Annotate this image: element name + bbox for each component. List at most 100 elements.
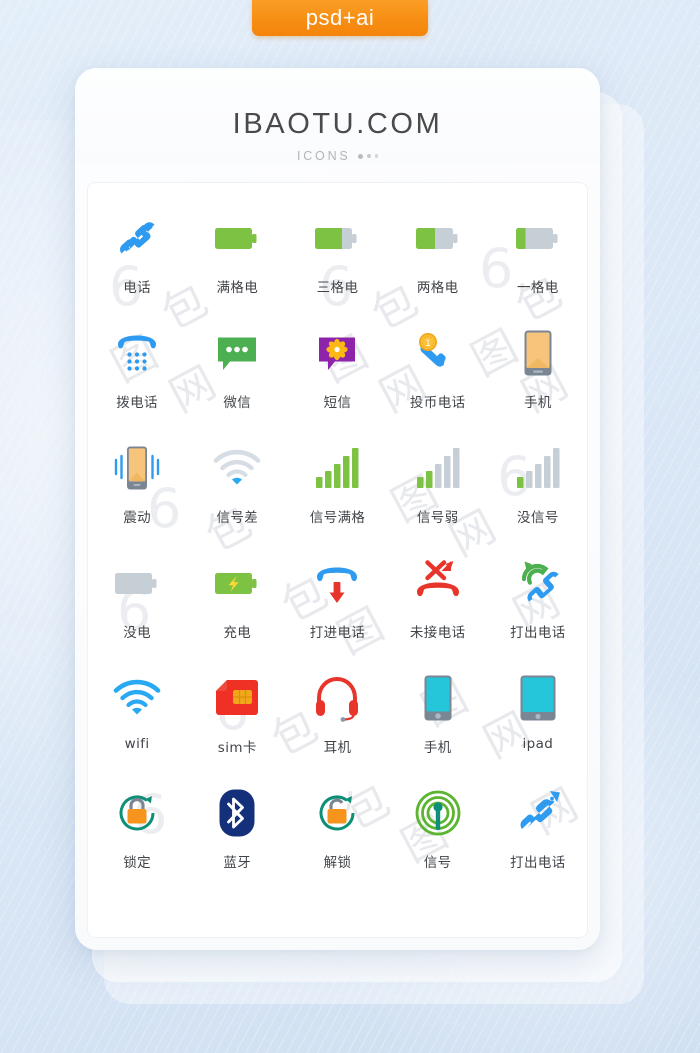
incoming-call-icon [308,555,366,611]
icon-cell[interactable]: 打出电话 [488,781,588,896]
subtitle-row: ICONS [75,149,600,163]
icon-label: 微信 [223,395,252,411]
icon-cell[interactable]: 打出电话 [488,551,588,666]
icon-label: 信号弱 [416,510,459,526]
icon-label: 满格电 [216,280,259,296]
icon-cell[interactable]: 满格电 [187,206,287,321]
icon-label: 信号满格 [309,510,366,526]
icon-set-card: IBAOTU.COM ICONS 6 包 图 网 6 包 图 网 6 包 图 网… [75,68,600,950]
subtitle-label: ICONS [296,149,351,163]
icon-cell[interactable]: wifi [87,666,187,781]
lock-icon [108,785,166,841]
icon-cell[interactable]: 没信号 [488,436,588,551]
signal-full-icon [308,440,366,496]
battery-empty-icon [108,555,166,611]
icon-label: 充电 [223,625,252,641]
icon-cell[interactable]: 没电 [87,551,187,666]
icon-label: wifi [124,736,150,752]
wechat-message-icon [208,325,266,381]
icon-cell[interactable]: 短信 [287,321,387,436]
card-header: IBAOTU.COM ICONS [75,68,600,163]
icon-cell[interactable]: 信号 [388,781,488,896]
icon-label: 短信 [323,395,352,411]
battery-three-bars-icon [308,210,366,266]
icon-cell[interactable]: 打进电话 [287,551,387,666]
icon-label: 拨电话 [116,395,158,411]
icon-label: 两格电 [416,280,459,296]
icon-cell[interactable]: 一格电 [488,206,588,321]
icon-cell[interactable]: 蓝牙 [187,781,287,896]
icon-label: 电话 [123,280,151,296]
icon-grid: 电话 满格电 三格电 两格电 一格电 拨电话 微信 短信 1 投币电话 手机 震… [87,206,588,896]
icon-label: ipad [522,736,554,752]
icon-cell[interactable]: 耳机 [287,666,387,781]
icon-cell[interactable]: 两格电 [388,206,488,321]
psd-ai-badge: psd+ai [252,0,428,36]
icon-label: 手机 [423,740,452,756]
icon-cell[interactable]: 三格电 [287,206,387,321]
icon-label: 没信号 [517,510,559,526]
dots-decoration [357,153,379,159]
icon-label: 没电 [123,625,151,641]
mobile-phone-icon [509,325,567,381]
icon-cell[interactable]: 微信 [187,321,287,436]
icon-cell[interactable]: 1 投币电话 [388,321,488,436]
icon-cell[interactable]: 解锁 [287,781,387,896]
icon-panel: 6 包 图 网 6 包 图 网 6 包 图 网 6 包 图 网 6 6 包 图 … [87,182,588,938]
icon-label: 震动 [123,510,151,526]
page-title: IBAOTU.COM [232,108,443,140]
icon-cell[interactable]: ipad [488,666,588,781]
battery-two-bars-icon [409,210,467,266]
battery-one-bar-icon [509,210,567,266]
psd-ai-badge-label: psd+ai [305,5,375,30]
icon-cell[interactable]: 震动 [87,436,187,551]
payphone-icon: 1 [409,325,467,381]
outgoing-call-icon [509,555,567,611]
icon-cell[interactable]: 信号差 [187,436,287,551]
dial-phone-icon [108,325,166,381]
icon-label: 三格电 [316,280,359,296]
signal-weak-icon [409,440,467,496]
icon-cell[interactable]: 手机 [488,321,588,436]
icon-label: 手机 [523,395,552,411]
icon-label: 投币电话 [409,395,466,411]
icon-cell[interactable]: sim卡 [187,666,287,781]
unlock-icon [308,785,366,841]
icon-label: 耳机 [323,740,352,756]
headset-icon [308,670,366,726]
phone-icon [108,210,166,266]
svg-text:1: 1 [425,339,431,349]
sim-card-icon [208,670,266,726]
signal-tower-icon [409,785,467,841]
icon-label: 信号差 [216,510,259,526]
ipad-icon [509,670,567,726]
icon-label: 打出电话 [510,855,566,871]
bluetooth-icon [208,785,266,841]
wifi-icon [108,670,166,726]
missed-call-icon [409,555,467,611]
vibrate-icon [108,440,166,496]
icon-cell[interactable]: 电话 [87,206,187,321]
outgoing-call-arrow-icon [509,785,567,841]
icon-cell[interactable]: 充电 [187,551,287,666]
sms-icon [308,325,366,381]
icon-cell[interactable]: 未接电话 [388,551,488,666]
icon-label: 信号 [423,855,452,871]
icon-label: 打进电话 [309,625,366,641]
icon-cell[interactable]: 锁定 [87,781,187,896]
icon-label: 解锁 [323,855,352,871]
icon-label: 打出电话 [510,625,566,641]
weak-wifi-icon [208,440,266,496]
icon-cell[interactable]: 信号满格 [287,436,387,551]
icon-cell[interactable]: 拨电话 [87,321,187,436]
icon-label: sim卡 [217,740,257,756]
icon-cell[interactable]: 手机 [388,666,488,781]
icon-label: 锁定 [123,855,151,871]
icon-label: 一格电 [517,280,559,296]
icon-cell[interactable]: 信号弱 [388,436,488,551]
no-signal-icon [509,440,567,496]
icon-label: 蓝牙 [223,855,252,871]
smartphone-icon [409,670,467,726]
battery-charging-icon [208,555,266,611]
icon-label: 未接电话 [409,625,466,641]
